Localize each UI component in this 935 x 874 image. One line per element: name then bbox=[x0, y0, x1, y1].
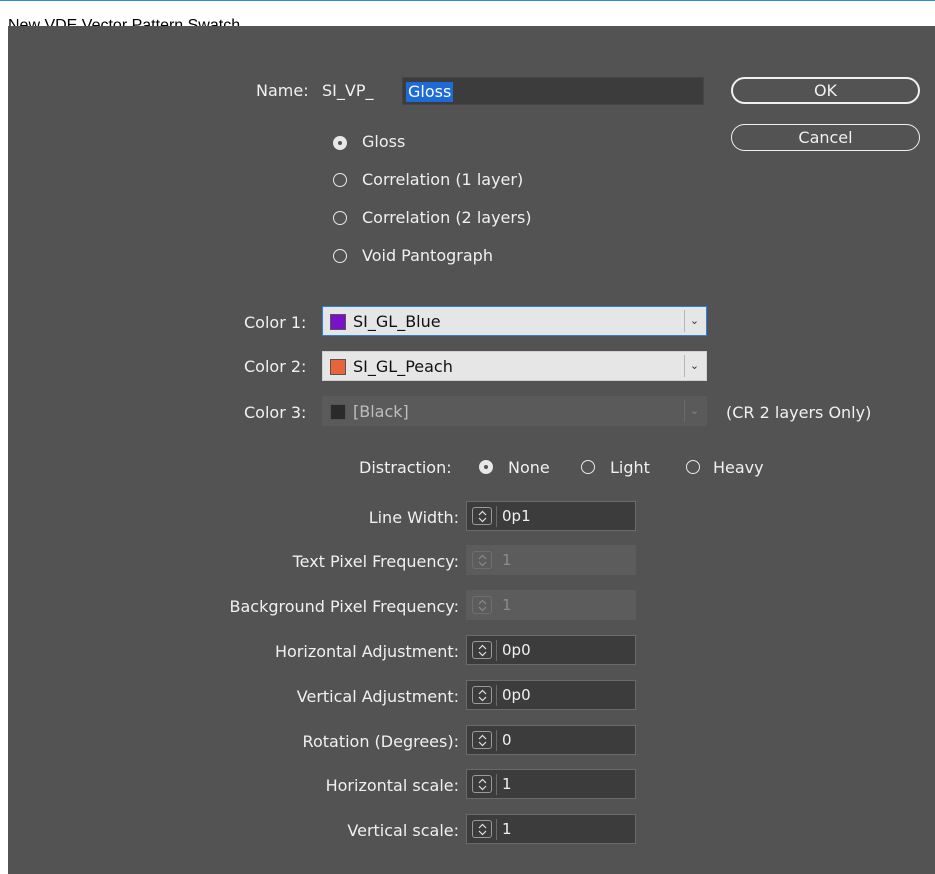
name-prefix: SI_VP_ bbox=[322, 81, 374, 100]
rotation-degrees-field[interactable]: 0 bbox=[466, 725, 636, 755]
radio-distraction-light-label: Light bbox=[610, 458, 650, 477]
color-1-dropdown[interactable]: SI_GL_Blue ⌄ bbox=[322, 306, 707, 336]
radio-distraction-none[interactable] bbox=[479, 460, 493, 474]
background-pixel-frequency-field[interactable]: 1 bbox=[466, 590, 636, 620]
horizontal-adjustment-value: 0p0 bbox=[502, 641, 531, 659]
up-down-stepper-icon[interactable] bbox=[472, 641, 492, 659]
chevron-down-icon: ⌄ bbox=[684, 400, 704, 422]
color-3-note: (CR 2 layers Only) bbox=[726, 403, 872, 422]
vertical-scale-field[interactable]: 1 bbox=[466, 814, 636, 844]
up-down-stepper-icon[interactable] bbox=[472, 596, 492, 614]
background-pixel-frequency-value: 1 bbox=[502, 596, 512, 614]
name-input-value: Gloss bbox=[406, 82, 454, 102]
radio-distraction-heavy-label: Heavy bbox=[713, 458, 764, 477]
radio-correlation-2-layers[interactable] bbox=[333, 211, 347, 225]
radio-distraction-heavy[interactable] bbox=[686, 460, 700, 474]
color-2-swatch bbox=[330, 359, 346, 375]
up-down-stepper-icon[interactable] bbox=[472, 731, 492, 749]
vertical-adjustment-field[interactable]: 0p0 bbox=[466, 680, 636, 710]
horizontal-scale-label: Horizontal scale: bbox=[325, 776, 459, 795]
field-separator bbox=[496, 640, 497, 661]
ok-button[interactable]: OK bbox=[731, 77, 920, 104]
horizontal-scale-field[interactable]: 1 bbox=[466, 769, 636, 799]
field-separator bbox=[496, 774, 497, 795]
color-2-value: SI_GL_Peach bbox=[353, 357, 453, 376]
color-2-label: Color 2: bbox=[244, 357, 307, 376]
field-separator bbox=[496, 819, 497, 840]
name-input[interactable]: Gloss bbox=[402, 77, 704, 105]
radio-correlation-2-layers-label: Correlation (2 layers) bbox=[362, 208, 532, 227]
vertical-adjustment-value: 0p0 bbox=[502, 686, 531, 704]
color-3-label: Color 3: bbox=[244, 403, 307, 422]
chevron-down-icon: ⌄ bbox=[684, 310, 704, 332]
radio-void-pantograph[interactable] bbox=[333, 249, 347, 263]
color-3-swatch bbox=[330, 404, 346, 420]
radio-gloss-label: Gloss bbox=[362, 132, 406, 151]
color-1-value: SI_GL_Blue bbox=[353, 312, 441, 331]
color-1-label: Color 1: bbox=[244, 313, 307, 332]
color-3-dropdown[interactable]: [Black] ⌄ bbox=[322, 396, 707, 426]
vertical-scale-label: Vertical scale: bbox=[347, 821, 459, 840]
up-down-stepper-icon[interactable] bbox=[472, 686, 492, 704]
field-separator bbox=[496, 730, 497, 751]
horizontal-scale-value: 1 bbox=[502, 775, 512, 793]
rotation-degrees-value: 0 bbox=[502, 731, 512, 749]
field-separator bbox=[496, 506, 497, 527]
radio-distraction-none-label: None bbox=[508, 458, 550, 477]
up-down-stepper-icon[interactable] bbox=[472, 551, 492, 569]
cancel-button[interactable]: Cancel bbox=[731, 124, 920, 151]
up-down-stepper-icon[interactable] bbox=[472, 775, 492, 793]
up-down-stepper-icon[interactable] bbox=[472, 507, 492, 525]
line-width-value: 0p1 bbox=[502, 507, 531, 525]
up-down-stepper-icon[interactable] bbox=[472, 820, 492, 838]
text-pixel-frequency-field[interactable]: 1 bbox=[466, 545, 636, 575]
radio-void-pantograph-label: Void Pantograph bbox=[362, 246, 493, 265]
radio-correlation-1-layer[interactable] bbox=[333, 173, 347, 187]
color-1-swatch bbox=[330, 314, 346, 330]
text-pixel-frequency-value: 1 bbox=[502, 551, 512, 569]
horizontal-adjustment-field[interactable]: 0p0 bbox=[466, 635, 636, 665]
background-pixel-frequency-label: Background Pixel Frequency: bbox=[229, 597, 459, 616]
color-2-dropdown[interactable]: SI_GL_Peach ⌄ bbox=[322, 351, 707, 381]
field-separator bbox=[496, 685, 497, 706]
horizontal-adjustment-label: Horizontal Adjustment: bbox=[274, 642, 459, 661]
line-width-label: Line Width: bbox=[368, 508, 459, 527]
radio-distraction-light[interactable] bbox=[581, 460, 595, 474]
radio-gloss[interactable] bbox=[333, 136, 347, 150]
color-3-value: [Black] bbox=[353, 402, 409, 421]
name-label: Name: bbox=[256, 81, 309, 100]
text-pixel-frequency-label: Text Pixel Frequency: bbox=[292, 552, 459, 571]
rotation-degrees-label: Rotation (Degrees): bbox=[302, 732, 459, 751]
chevron-down-icon: ⌄ bbox=[684, 355, 704, 377]
radio-correlation-1-layer-label: Correlation (1 layer) bbox=[362, 170, 524, 189]
line-width-field[interactable]: 0p1 bbox=[466, 501, 636, 531]
vertical-adjustment-label: Vertical Adjustment: bbox=[296, 687, 459, 706]
distraction-label: Distraction: bbox=[359, 458, 452, 477]
vertical-scale-value: 1 bbox=[502, 820, 512, 838]
